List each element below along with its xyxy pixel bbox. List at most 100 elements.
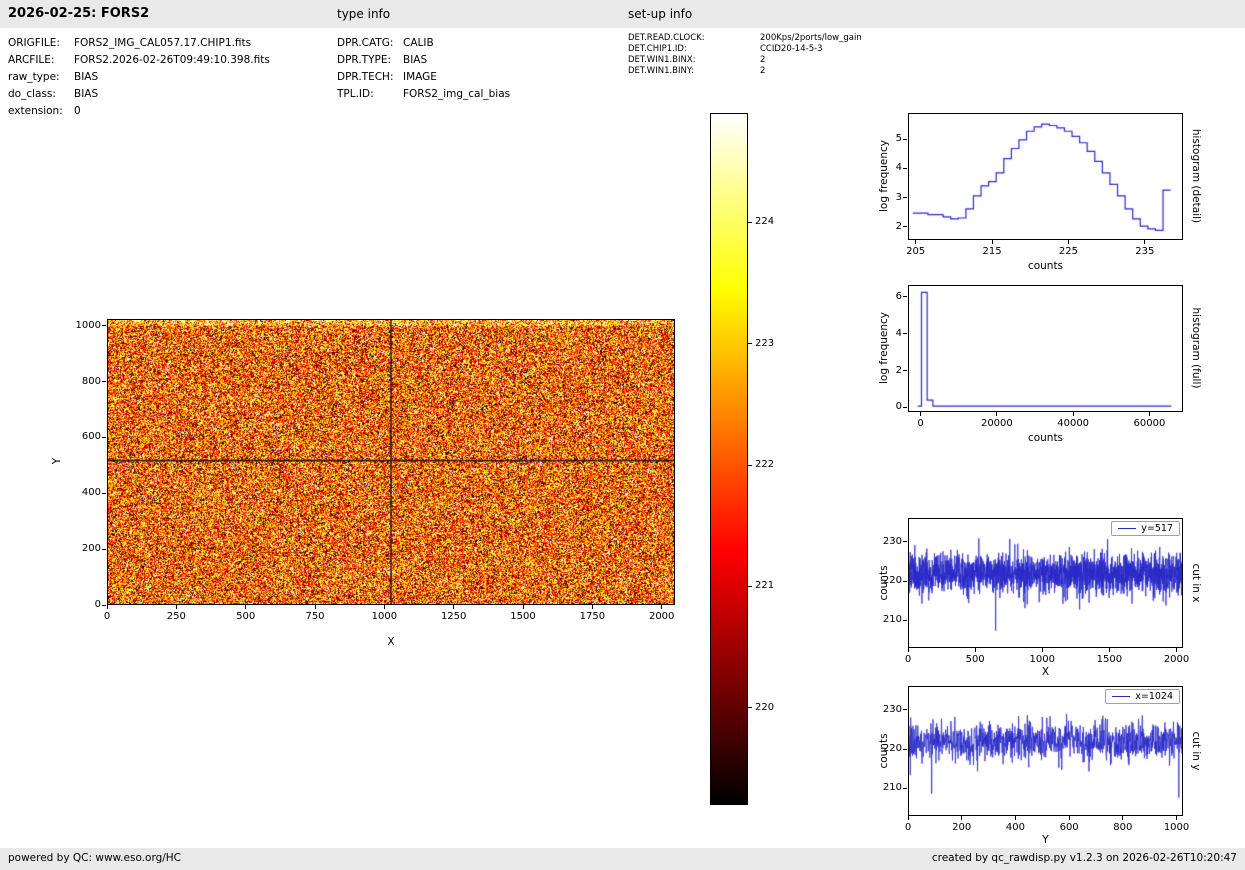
tick-label: 225	[1058, 246, 1078, 257]
tick-label: 2000	[648, 611, 675, 622]
tick-label: 6	[895, 290, 902, 302]
histogram-full-right-label: histogram (full)	[1190, 307, 1202, 389]
tick-label: 5	[895, 133, 902, 145]
file-info-row: extension: 0	[8, 105, 81, 117]
footer-powered-by: powered by QC: www.eso.org/HC	[8, 852, 182, 864]
tick-mark	[102, 436, 106, 438]
tick-mark	[1176, 816, 1178, 820]
tick-mark	[175, 605, 177, 609]
tick-label: 60000	[1133, 418, 1166, 429]
info-value: 200Kps/2ports/low_gain	[760, 33, 862, 43]
tick-mark	[748, 464, 752, 466]
tick-label: 230	[882, 703, 902, 715]
tick-mark	[903, 138, 907, 140]
info-label: DPR.CATG:	[337, 37, 394, 49]
type-info-row: DPR.TYPE: BIAS	[337, 54, 427, 66]
tick-mark	[903, 619, 907, 621]
tick-label: 800	[1113, 822, 1133, 833]
tick-mark	[903, 748, 907, 750]
tick-mark	[748, 707, 752, 709]
tick-label: 224	[755, 216, 775, 228]
info-label: raw_type:	[8, 71, 60, 83]
tick-label: 1000	[371, 611, 398, 622]
tick-mark	[1068, 816, 1070, 820]
setup-info-row: DET.WIN1.BINY: 2	[628, 66, 765, 76]
info-value: CCID20-14-5-3	[760, 44, 823, 54]
tick-label: 0	[904, 654, 912, 665]
info-value: BIAS	[403, 54, 428, 66]
tick-mark	[383, 605, 385, 609]
tick-mark	[1148, 412, 1150, 416]
tick-label: 1250	[440, 611, 467, 622]
tick-mark	[915, 240, 917, 244]
tick-mark	[591, 605, 593, 609]
tick-label: 230	[882, 535, 902, 547]
setup-info-row: DET.READ.CLOCK: 200Kps/2ports/low_gain	[628, 33, 862, 43]
file-info-row: ORIGFILE: FORS2_IMG_CAL057.17.CHIP1.fits	[8, 37, 251, 49]
tick-label: 210	[882, 614, 902, 626]
histogram-detail-canvas	[909, 114, 1182, 239]
legend-cut-y: x=1024	[1105, 689, 1180, 704]
file-info-row: ARCFILE: FORS2.2026-02-26T09:49:10.398.fi…	[8, 54, 270, 66]
tick-mark	[903, 580, 907, 582]
cut-in-y-xlabel: Y	[1042, 834, 1049, 846]
tick-mark	[903, 406, 907, 408]
tick-mark	[1072, 412, 1074, 416]
legend-label: x=1024	[1135, 691, 1173, 702]
info-value: FORS2.2026-02-26T09:49:10.398.fits	[74, 54, 270, 66]
info-value: FORS2_img_cal_bias	[403, 88, 511, 100]
tick-label: 220	[755, 701, 775, 713]
setup-info-heading: set-up info	[628, 7, 693, 21]
tick-label: 235	[1135, 246, 1155, 257]
tick-label: 0	[895, 401, 902, 413]
cut-in-x-right-label: cut in x	[1190, 563, 1202, 603]
tick-label: 215	[982, 246, 1002, 257]
tick-label: 20000	[980, 418, 1013, 429]
tick-label: 600	[1059, 822, 1079, 833]
tick-mark	[1108, 648, 1110, 652]
info-value: 2	[760, 66, 766, 76]
cut-in-x-canvas	[909, 519, 1182, 647]
tick-label: 200	[952, 822, 972, 833]
tick-label: 200	[81, 543, 101, 555]
tick-mark	[903, 226, 907, 228]
bias-image-frame	[107, 319, 675, 605]
tick-mark	[996, 412, 998, 416]
tick-mark	[748, 343, 752, 345]
tick-label: 750	[305, 611, 325, 622]
setup-info-row: DET.WIN1.BINX: 2	[628, 55, 765, 65]
bias-image-xlabel: X	[387, 636, 395, 648]
tick-label: 1500	[510, 611, 536, 622]
histogram-detail-xlabel: counts	[1027, 260, 1064, 272]
histogram-full-xlabel: counts	[1027, 432, 1064, 444]
tick-mark	[903, 787, 907, 789]
tick-mark	[974, 648, 976, 652]
tick-mark	[245, 605, 247, 609]
legend-line-sample	[1112, 696, 1131, 697]
tick-mark	[102, 548, 106, 550]
file-info-row: raw_type: BIAS	[8, 71, 98, 83]
tick-label: 0	[904, 822, 912, 833]
tick-label: 1000	[1163, 822, 1190, 833]
cut-in-y-frame	[908, 686, 1183, 816]
histogram-full-canvas	[909, 286, 1182, 411]
cut-in-y-canvas	[909, 687, 1182, 815]
tick-mark	[748, 221, 752, 223]
tick-mark	[1014, 816, 1016, 820]
tick-mark	[102, 381, 106, 383]
type-info-row: DPR.CATG: CALIB	[337, 37, 434, 49]
tick-mark	[907, 816, 909, 820]
tick-label: 500	[236, 611, 256, 622]
tick-label: 1500	[1096, 654, 1123, 665]
tick-label: 400	[1005, 822, 1025, 833]
tick-mark	[748, 585, 752, 587]
header-bar	[0, 0, 1245, 28]
tick-label: 221	[755, 580, 775, 592]
info-value: BIAS	[74, 71, 99, 83]
tick-mark	[453, 605, 455, 609]
info-label: DPR.TYPE:	[337, 54, 392, 66]
tick-mark	[102, 325, 106, 327]
tick-mark	[903, 709, 907, 711]
tick-label: 600	[81, 431, 101, 443]
histogram-full-frame	[908, 285, 1183, 412]
